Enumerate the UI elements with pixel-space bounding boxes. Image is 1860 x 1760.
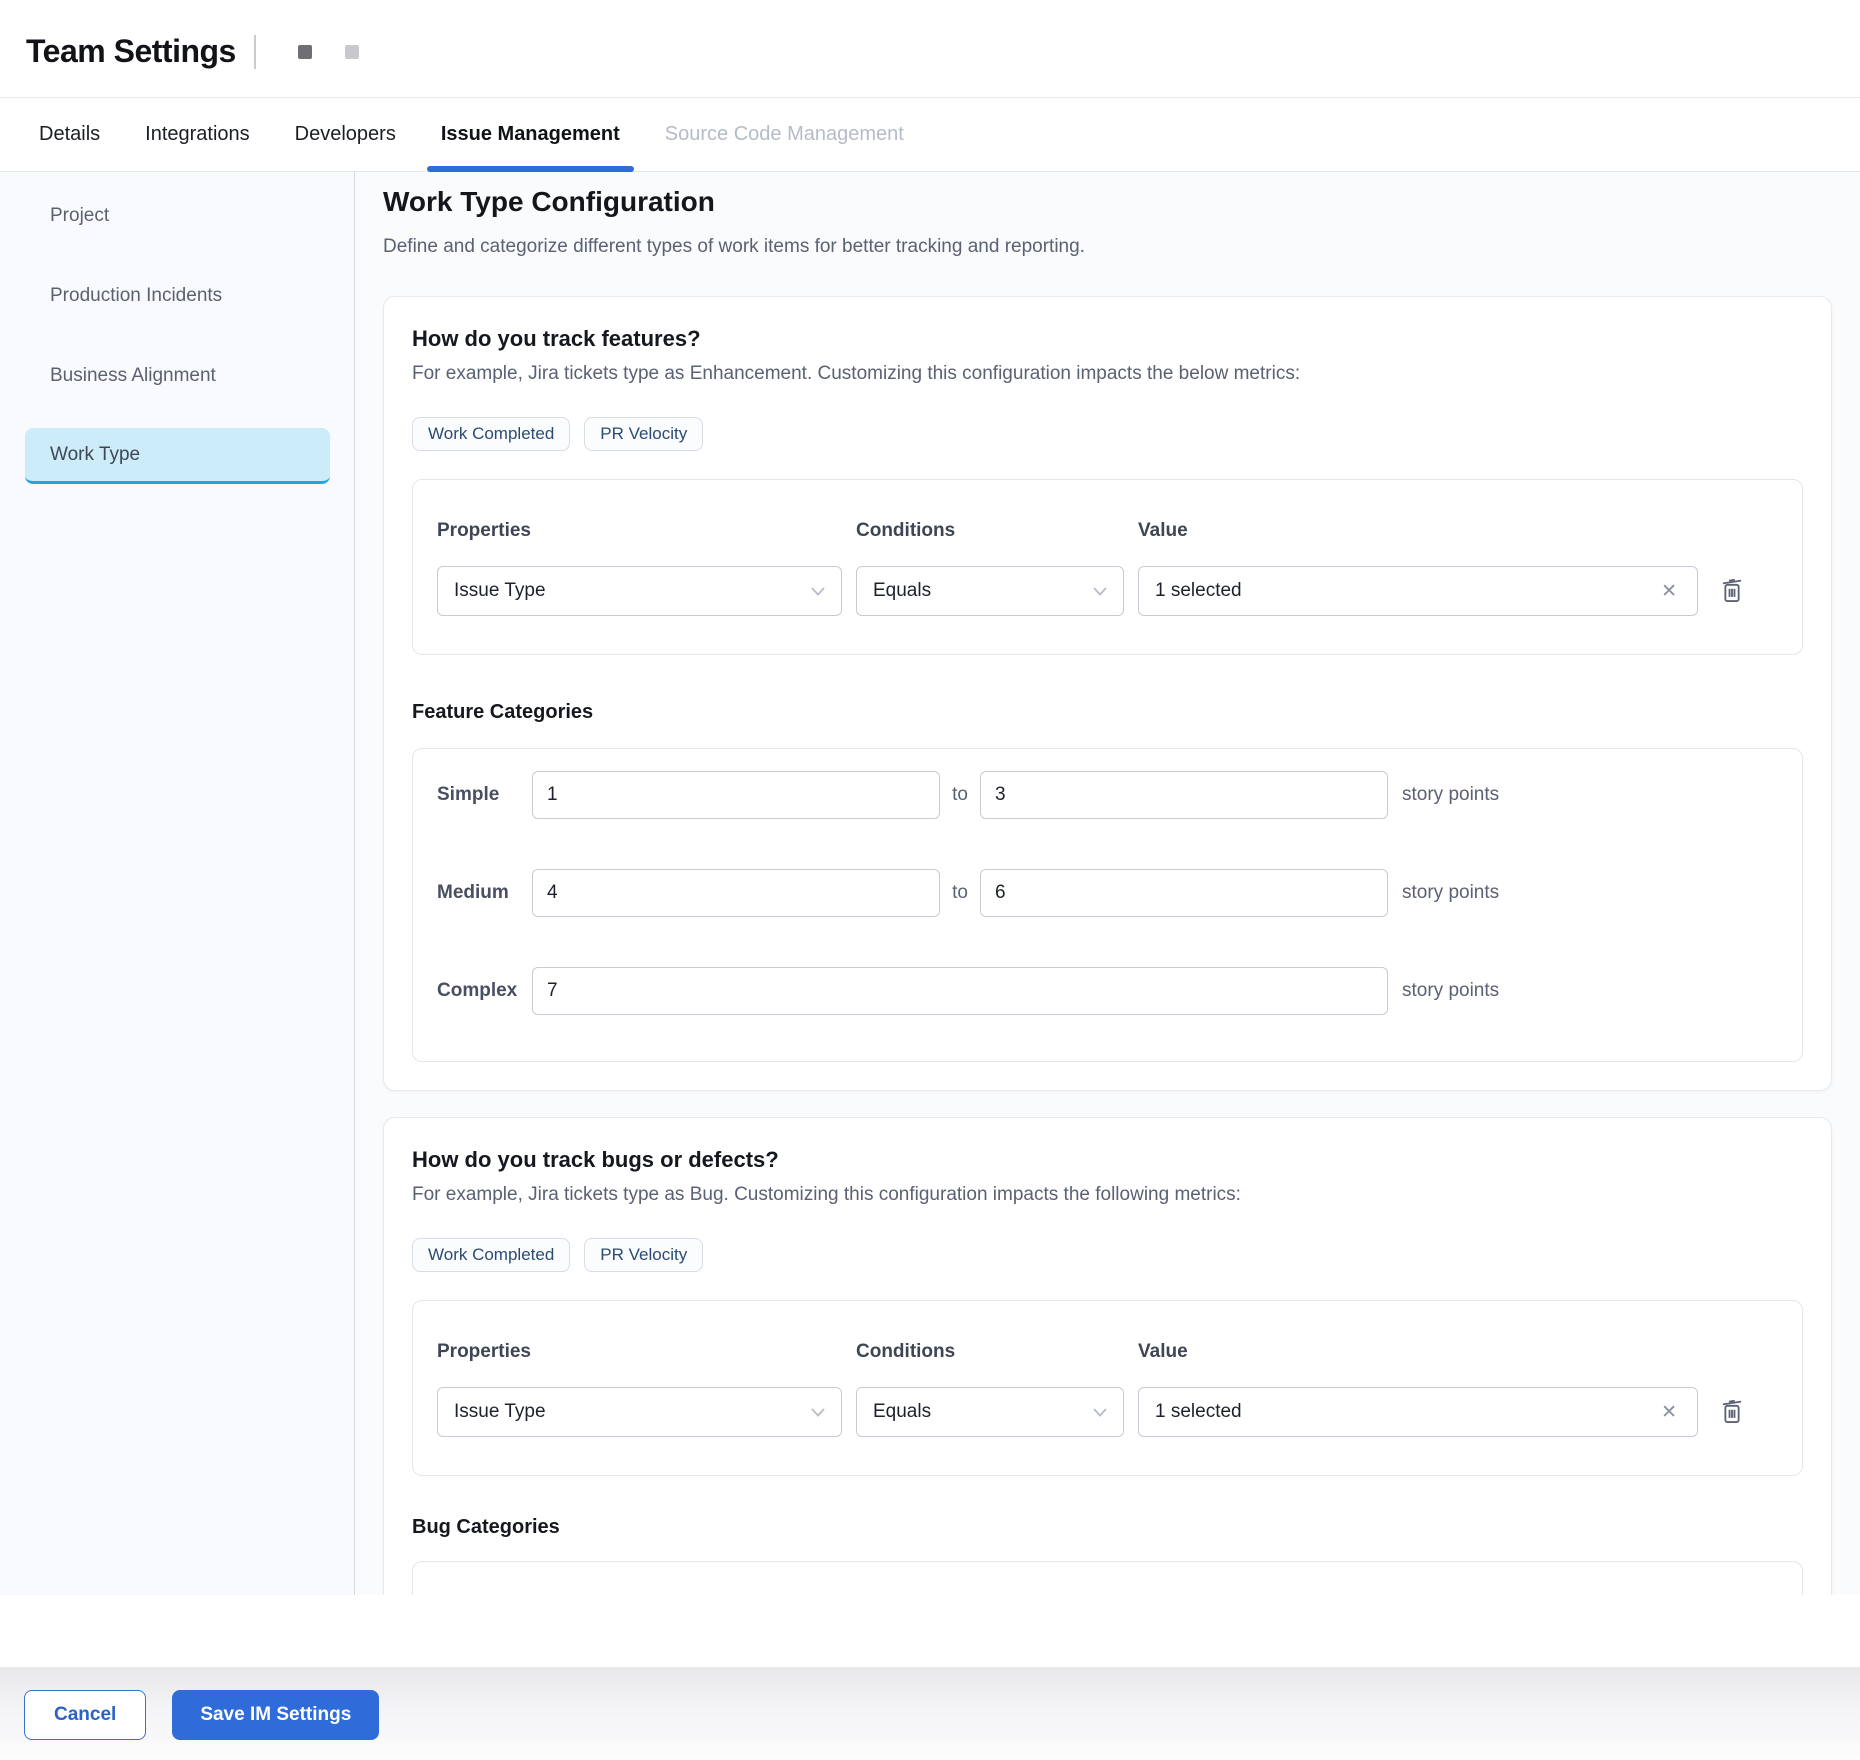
cancel-button[interactable]: Cancel xyxy=(24,1690,146,1740)
to-label: to xyxy=(940,784,980,806)
category-row-complex: Complex story points xyxy=(437,967,1778,1015)
tab-integrations[interactable]: Integrations xyxy=(145,98,250,171)
app-title: Team Settings xyxy=(26,33,236,70)
features-condition-select[interactable]: Equals xyxy=(856,566,1124,616)
features-property-select[interactable]: Issue Type xyxy=(437,566,842,616)
tab-source-code-management[interactable]: Source Code Management xyxy=(665,98,904,171)
trash-icon xyxy=(1717,1395,1747,1430)
sidebar-item-production-incidents[interactable]: Production Incidents xyxy=(25,268,330,324)
chevron-down-icon xyxy=(1093,587,1107,596)
column-header-value: Value xyxy=(1138,1341,1698,1363)
bug-categories-box xyxy=(412,1561,1803,1595)
save-im-settings-button[interactable]: Save IM Settings xyxy=(172,1690,379,1740)
bugs-heading: How do you track bugs or defects? xyxy=(412,1146,1803,1174)
complex-from-input[interactable] xyxy=(532,967,1388,1015)
story-points-label: story points xyxy=(1388,882,1778,904)
category-row-simple: Simple to story points xyxy=(437,771,1778,819)
medium-from-input[interactable] xyxy=(532,869,940,917)
chevron-down-icon xyxy=(811,587,825,596)
settings-sidebar: Project Production Incidents Business Al… xyxy=(0,172,355,1595)
bugs-metric-badges: Work Completed PR Velocity xyxy=(412,1238,1803,1272)
features-rule-box: Properties Conditions Value Issue Type E… xyxy=(412,479,1803,655)
badge-pr-velocity: PR Velocity xyxy=(584,1238,703,1272)
column-header-conditions: Conditions xyxy=(856,520,1124,542)
simple-to-input[interactable] xyxy=(980,771,1388,819)
column-header-properties: Properties xyxy=(437,520,842,542)
badge-work-completed: Work Completed xyxy=(412,1238,570,1272)
bugs-rule-box: Properties Conditions Value Issue Type E… xyxy=(412,1300,1803,1476)
bugs-property-select[interactable]: Issue Type xyxy=(437,1387,842,1437)
features-delete-rule-button[interactable] xyxy=(1712,571,1752,611)
tab-details[interactable]: Details xyxy=(39,98,100,171)
features-heading: How do you track features? xyxy=(412,325,1803,353)
features-value-select[interactable]: 1 selected ✕ xyxy=(1138,566,1698,616)
title-divider xyxy=(254,35,256,69)
category-label: Medium xyxy=(437,882,532,904)
story-points-label: story points xyxy=(1388,980,1778,1002)
footer-action-bar: Cancel Save IM Settings xyxy=(0,1667,1860,1760)
feature-categories-box: Simple to story points Medium to story p… xyxy=(412,748,1803,1062)
team-settings-screen: Team Settings Details Integrations Devel… xyxy=(0,0,1860,1760)
features-card: How do you track features? For example, … xyxy=(383,296,1832,1091)
category-row-medium: Medium to story points xyxy=(437,869,1778,917)
story-points-label: story points xyxy=(1388,784,1778,806)
page-subtitle: Define and categorize different types of… xyxy=(383,236,1832,258)
settings-tabbar: Details Integrations Developers Issue Ma… xyxy=(0,98,1860,172)
header-square-icon-dark xyxy=(298,45,312,59)
bug-categories-heading: Bug Categories xyxy=(412,1516,1803,1539)
bugs-card: How do you track bugs or defects? For ex… xyxy=(383,1117,1832,1595)
close-icon[interactable]: ✕ xyxy=(1657,580,1681,603)
badge-pr-velocity: PR Velocity xyxy=(584,417,703,451)
bugs-description: For example, Jira tickets type as Bug. C… xyxy=(412,1184,1803,1206)
trash-icon xyxy=(1717,574,1747,609)
category-label: Complex xyxy=(437,980,532,1002)
bugs-condition-select[interactable]: Equals xyxy=(856,1387,1124,1437)
chevron-down-icon xyxy=(1093,1408,1107,1417)
column-header-properties: Properties xyxy=(437,1341,842,1363)
body-region: Project Production Incidents Business Al… xyxy=(0,172,1860,1595)
bugs-value-select[interactable]: 1 selected ✕ xyxy=(1138,1387,1698,1437)
tab-developers[interactable]: Developers xyxy=(295,98,396,171)
sidebar-item-business-alignment[interactable]: Business Alignment xyxy=(25,348,330,404)
close-icon[interactable]: ✕ xyxy=(1657,1401,1681,1424)
app-header: Team Settings xyxy=(0,0,1860,98)
tab-issue-management[interactable]: Issue Management xyxy=(441,98,620,171)
to-label: to xyxy=(940,882,980,904)
main-content: Work Type Configuration Define and categ… xyxy=(355,172,1860,1595)
column-header-value: Value xyxy=(1138,520,1698,542)
column-header-conditions: Conditions xyxy=(856,1341,1124,1363)
feature-categories-heading: Feature Categories xyxy=(412,701,1803,724)
bugs-delete-rule-button[interactable] xyxy=(1712,1392,1752,1432)
chevron-down-icon xyxy=(811,1408,825,1417)
features-metric-badges: Work Completed PR Velocity xyxy=(412,417,1803,451)
features-description: For example, Jira tickets type as Enhanc… xyxy=(412,363,1803,385)
sidebar-item-work-type[interactable]: Work Type xyxy=(25,428,330,484)
category-label: Simple xyxy=(437,784,532,806)
simple-from-input[interactable] xyxy=(532,771,940,819)
badge-work-completed: Work Completed xyxy=(412,417,570,451)
medium-to-input[interactable] xyxy=(980,869,1388,917)
page-title: Work Type Configuration xyxy=(383,184,1832,220)
header-square-icon-light xyxy=(345,45,359,59)
sidebar-item-project[interactable]: Project xyxy=(25,188,330,244)
